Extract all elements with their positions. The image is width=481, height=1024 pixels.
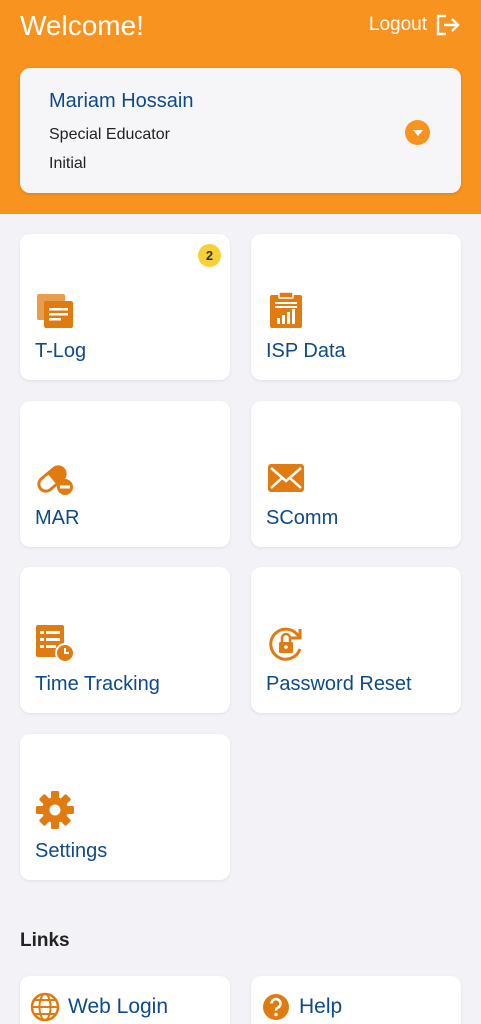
tlog-icon — [37, 294, 73, 328]
header: Welcome! Logout Mariam Hossain Special E… — [0, 0, 481, 214]
isp-data-icon — [270, 291, 302, 328]
pill-icon — [37, 465, 73, 495]
globe-icon — [30, 992, 60, 1022]
tile-label: T-Log — [35, 340, 87, 362]
help-icon — [263, 994, 289, 1020]
envelope-icon — [268, 464, 304, 492]
web-login-link[interactable]: Web Login — [20, 976, 230, 1024]
tile-time-tracking[interactable]: Time Tracking — [20, 567, 230, 713]
tile-scomm[interactable]: SComm — [251, 401, 461, 547]
tile-tlog[interactable]: 2 T-Log — [20, 234, 230, 380]
profile-card[interactable]: Mariam Hossain Special Educator Initial — [20, 68, 461, 193]
tile-password-reset[interactable]: Password Reset — [251, 567, 461, 713]
password-reset-icon — [269, 627, 302, 661]
chevron-down-icon — [412, 129, 423, 136]
gear-icon — [36, 791, 74, 829]
logout-label: Logout — [368, 14, 427, 35]
logout-button[interactable]: Logout — [369, 13, 461, 37]
profile-role: Special Educator — [49, 126, 170, 143]
tile-mar[interactable]: MAR — [20, 401, 230, 547]
links-section-title: Links — [20, 930, 70, 951]
tile-isp-data[interactable]: ISP Data — [251, 234, 461, 380]
notification-badge: 2 — [198, 244, 221, 267]
tile-label: ISP Data — [266, 340, 346, 362]
tile-label: Time Tracking — [35, 673, 160, 695]
tile-label: MAR — [35, 507, 80, 529]
tile-settings[interactable]: Settings — [20, 734, 230, 880]
tile-label: SComm — [266, 507, 339, 529]
link-label: Help — [299, 995, 343, 1018]
tile-label: Password Reset — [266, 673, 412, 695]
logout-icon — [436, 14, 460, 36]
help-link[interactable]: Help — [251, 976, 461, 1024]
profile-name: Mariam Hossain — [49, 90, 194, 112]
link-label: Web Login — [68, 995, 169, 1018]
tile-label: Settings — [35, 840, 108, 862]
profile-dropdown-button[interactable] — [405, 120, 430, 145]
time-tracking-icon — [36, 625, 75, 663]
profile-status: Initial — [49, 155, 87, 172]
welcome-title: Welcome! — [20, 10, 144, 41]
